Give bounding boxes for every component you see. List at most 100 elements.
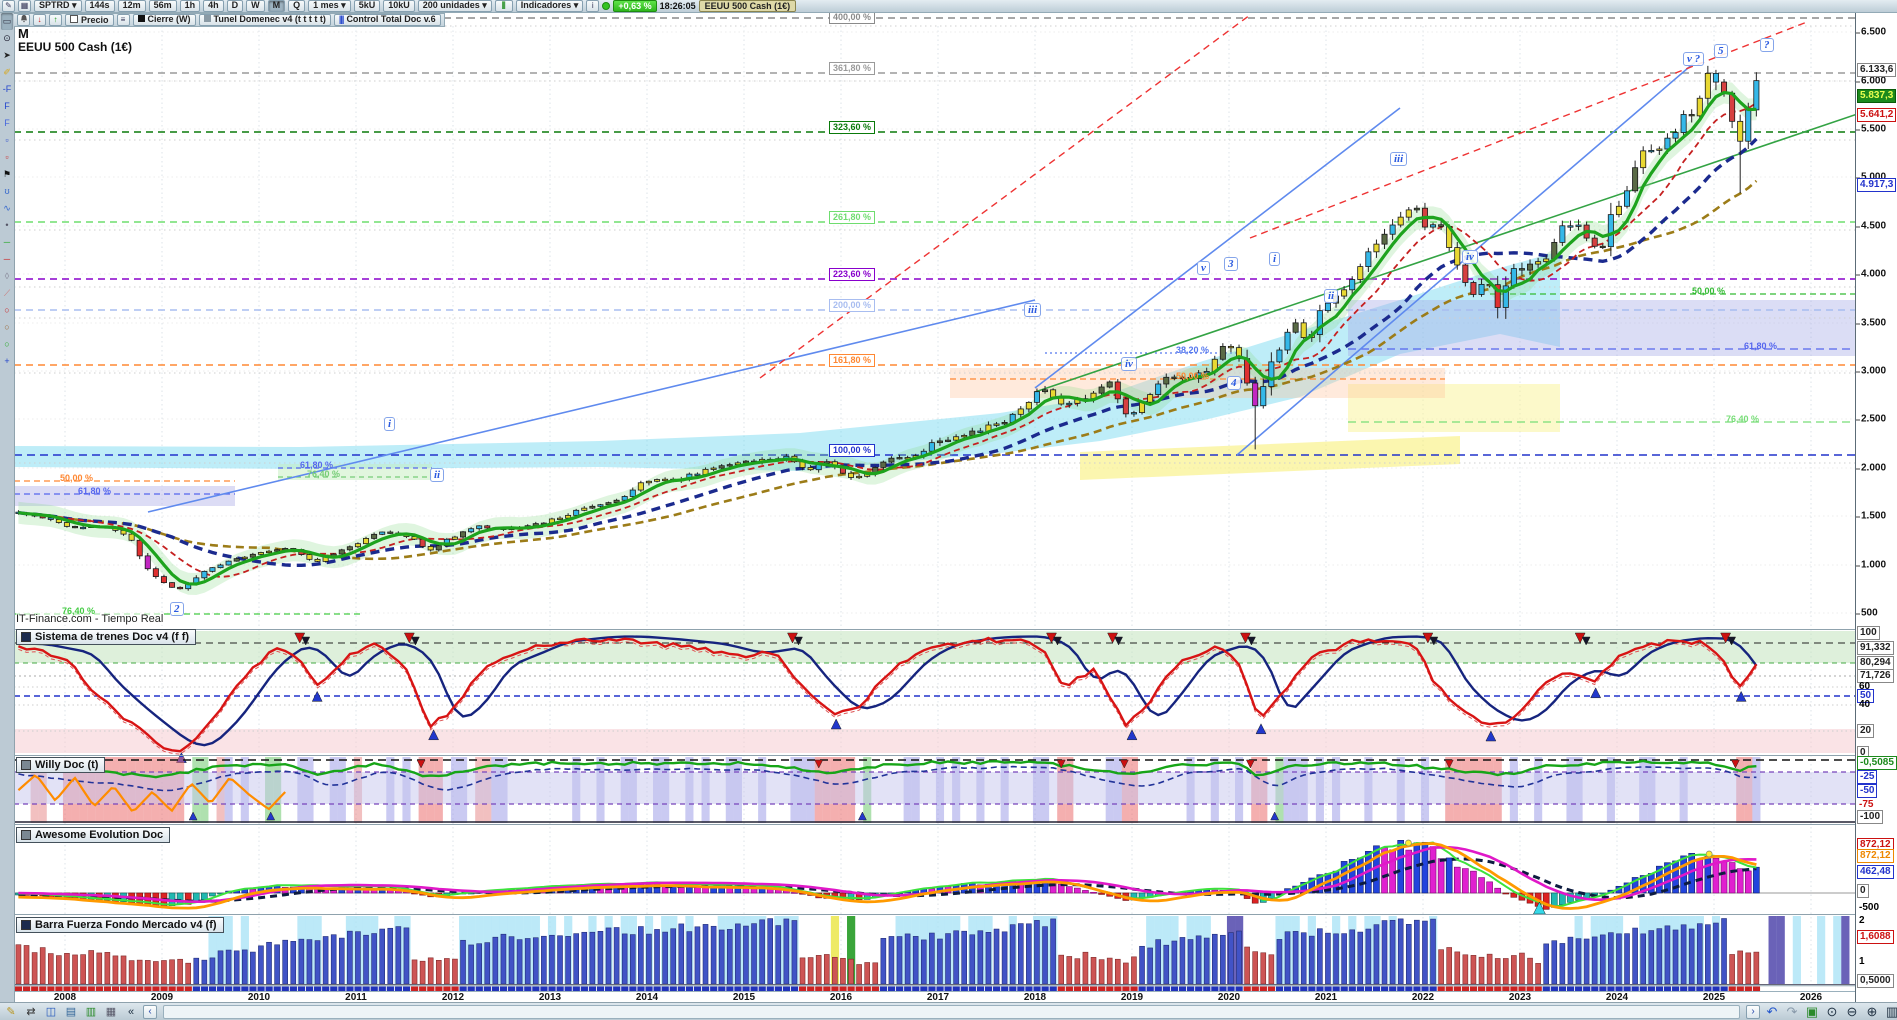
timeframe-q[interactable]: Q — [288, 0, 306, 12]
fib-level-label[interactable]: 76,40 % — [307, 469, 340, 480]
fib-level-label[interactable]: 50,00 % — [1176, 371, 1209, 382]
fib-level-label[interactable]: 76,40 % — [1726, 414, 1759, 425]
wave-count-label[interactable]: v ? — [1683, 52, 1705, 66]
instrument-selector[interactable]: SPTRD ▾ — [34, 0, 82, 12]
collapse-icon[interactable]: « — [123, 1005, 139, 1019]
wave-count-label[interactable]: 3 — [1224, 257, 1238, 271]
rect-zone-red-tool[interactable]: ▫ — [1, 149, 13, 166]
timeframe-56m[interactable]: 56m — [148, 0, 177, 12]
multiline-tool[interactable]: ⟋ — [1, 285, 13, 302]
period-selector[interactable]: 1 mes ▾ — [308, 0, 351, 12]
dot-tool[interactable]: • — [1, 217, 13, 234]
workspace-icon[interactable]: ▦ — [103, 1005, 119, 1019]
panel-awesome[interactable] — [14, 839, 1855, 915]
unit-count-selector[interactable]: 200 unidades ▾ — [417, 0, 492, 12]
redo-icon[interactable]: ↷ — [1784, 1005, 1800, 1019]
edit-pencil-icon[interactable]: ✎ — [2, 0, 15, 12]
rect-zone-blue-tool[interactable]: ▫ — [1, 132, 13, 149]
channel-tool[interactable]: ∿ — [1, 200, 13, 217]
timeframe-4h[interactable]: 4h — [203, 0, 224, 12]
layout-icon[interactable]: ▦ — [18, 0, 31, 12]
timeframe-1h[interactable]: 1h — [179, 0, 201, 12]
wave-count-label[interactable]: 5 — [1714, 44, 1728, 58]
zoom-in-icon[interactable]: ⊕ — [1864, 1005, 1880, 1019]
wave-count-label[interactable]: 2 — [170, 602, 184, 616]
panel-header-barra-fuerza[interactable]: Barra Fuerza Fondo Mercado v4 (f) — [16, 917, 224, 933]
wave-count-label[interactable]: ? — [1760, 38, 1774, 52]
wave-count-label[interactable]: iii — [1024, 303, 1042, 317]
cursor-tool[interactable]: ➤ — [1, 47, 13, 64]
wave-count-label[interactable]: iv — [1462, 250, 1478, 264]
share-icon[interactable]: ⇄ — [23, 1005, 39, 1019]
panel-barra-fuerza[interactable] — [14, 916, 1855, 992]
price-alert-down-icon[interactable]: ↓ — [33, 14, 46, 26]
report-icon[interactable]: ▤ — [63, 1005, 79, 1019]
price-axis[interactable]: 6.500 6.000 5.500 5.000 4.500 4.000 3.500 3.000… — [1855, 0, 1897, 1002]
indicators-button[interactable]: Indicadores ▾ — [515, 0, 584, 12]
ellipse-red-tool[interactable]: ○ — [1, 302, 13, 319]
wave-count-label[interactable]: 4 — [1227, 376, 1241, 390]
fib-projection-tool[interactable]: F — [1, 98, 13, 115]
copy-icon[interactable]: ◫ — [43, 1005, 59, 1019]
info-icon[interactable]: i — [586, 0, 600, 12]
zoom-fit-icon[interactable]: ⊙ — [1824, 1005, 1840, 1019]
timeframe-m[interactable]: M — [267, 0, 286, 12]
fib-level-label[interactable]: 323,60 % — [829, 121, 876, 134]
symbol-chip[interactable]: EEUU 500 Cash (1€) — [698, 0, 797, 12]
chart-type-icon[interactable]: ⫼ — [494, 0, 513, 12]
overlay-toggle-2[interactable]: ||| Control Total Doc v.6 — [333, 14, 441, 26]
scroll-left-button[interactable]: ‹ — [143, 1005, 157, 1019]
panel-header-sistema-trenes[interactable]: Sistema de trenes Doc v4 (f f) — [16, 629, 197, 645]
undo-icon[interactable]: ↶ — [1764, 1005, 1780, 1019]
scroll-right-button[interactable]: › — [1746, 1005, 1760, 1019]
overlay-toggle-0[interactable]: Cierre (W) — [132, 14, 196, 26]
timeframe-w[interactable]: W — [246, 0, 265, 12]
panel-header-awesome[interactable]: Awesome Evolution Doc — [16, 827, 171, 843]
columns-icon[interactable]: ▥ — [1884, 1005, 1897, 1019]
export-icon[interactable]: ▣ — [1804, 1005, 1820, 1019]
overlay-toggle-1[interactable]: Tunel Domenec v4 (t t t t t) — [198, 14, 331, 26]
zoom-out-icon[interactable]: ⊖ — [1844, 1005, 1860, 1019]
wave-count-label[interactable]: i — [384, 417, 396, 431]
ellipse-green-tool[interactable]: ○ — [1, 336, 13, 353]
wave-count-label[interactable]: ii — [430, 468, 445, 482]
alarm-bell-icon[interactable] — [17, 14, 30, 26]
wave-count-label[interactable]: iv — [1121, 357, 1137, 371]
wave-count-label[interactable]: iii — [1390, 152, 1408, 166]
magnifier-tool[interactable]: ⊙ — [1, 30, 13, 47]
fib-level-label[interactable]: 100,00 % — [829, 444, 876, 457]
flag-tool[interactable]: ⚑ — [1, 166, 13, 183]
timeframe-d[interactable]: D — [226, 0, 244, 12]
select-tool[interactable]: ▭ — [1, 13, 13, 30]
hline-red-tool[interactable]: ─ — [1, 251, 13, 268]
main-chart-svg[interactable] — [14, 0, 1855, 1002]
panel-sistema-trenes[interactable] — [14, 631, 1855, 763]
panel-header-willy[interactable]: Willy Doc (t) — [16, 757, 106, 773]
price-toggle[interactable]: Precio — [65, 14, 114, 26]
crosshair-tool[interactable]: + — [1, 353, 13, 370]
fib-fan-tool[interactable]: F — [1, 115, 13, 132]
fib-level-label[interactable]: 50,00 % — [1692, 286, 1725, 297]
units-5ku[interactable]: 5kU — [353, 0, 381, 12]
list-icon[interactable]: ≡ — [116, 14, 130, 26]
ma-olive-dashed[interactable] — [18, 179, 1758, 561]
wave-count-label[interactable]: v — [1197, 261, 1210, 275]
fib-level-label[interactable]: 161,80 % — [829, 354, 876, 367]
fib-retracement-tool[interactable]: -F — [1, 81, 13, 98]
fib-level-label[interactable]: 223,60 % — [829, 268, 876, 281]
hline-green-tool[interactable]: ─ — [1, 234, 13, 251]
horizontal-scrollbar[interactable] — [163, 1005, 1740, 1019]
eraser-tool[interactable]: ◊ — [1, 268, 13, 285]
pattern-tool[interactable]: ʊ — [1, 183, 13, 200]
fib-level-label[interactable]: 261,80 % — [829, 211, 876, 224]
fib-level-label[interactable]: 200,00 % — [829, 299, 876, 312]
wave-count-label[interactable]: i — [1269, 252, 1281, 266]
fib-level-label[interactable]: 38,20 % — [1176, 345, 1209, 356]
highlighter-tool[interactable]: ✐ — [1, 64, 13, 81]
blocks-icon[interactable]: ▥ — [83, 1005, 99, 1019]
timeframe-144s[interactable]: 144s — [84, 0, 115, 12]
units-10ku[interactable]: 10kU — [383, 0, 415, 12]
fib-level-label[interactable]: 61,80 % — [78, 486, 111, 497]
fib-level-label[interactable]: 76,40 % — [62, 606, 95, 617]
panel-willy[interactable] — [14, 757, 1855, 823]
